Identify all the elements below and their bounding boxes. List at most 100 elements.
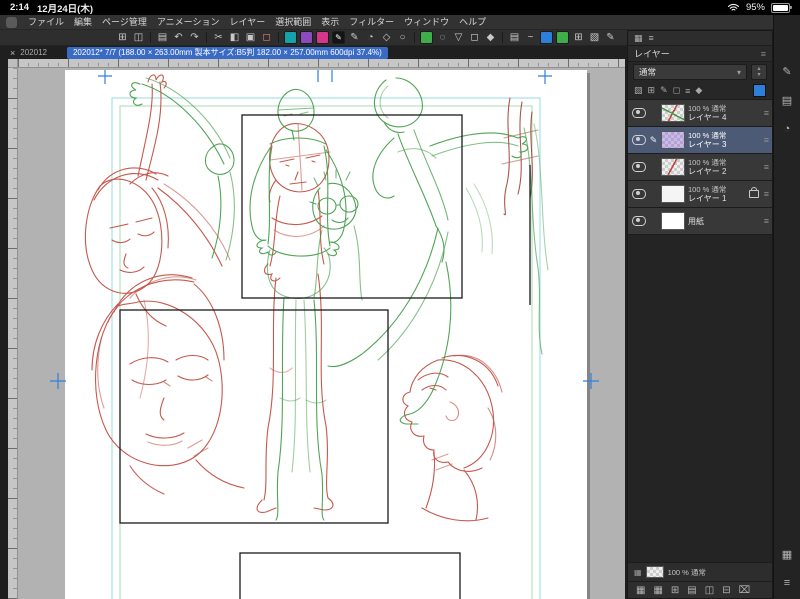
layer-property-icon-4[interactable]: ◻ [673,85,680,96]
menu-item-6[interactable]: 選択範囲 [270,15,316,30]
overflow-menu-icon[interactable]: ≡ [784,577,790,589]
brush-icon[interactable]: ✎ [604,31,617,44]
layer-thumbnail[interactable] [661,131,685,149]
ruler-icon[interactable]: ▤ [508,31,521,44]
stepper-down-icon[interactable]: ▾ [757,72,760,78]
shape-icon[interactable]: ◇ [380,31,393,44]
layer-menu-handle[interactable]: ≡ [764,135,769,145]
duplicate-layer-icon[interactable]: ◫ [705,585,714,596]
palette-dock-list-icon[interactable]: ≡ [649,33,654,43]
visibility-eye-icon[interactable] [632,162,646,172]
layer-row-レイヤー-4[interactable]: ✎ 100 % 通常 レイヤー 4 ≡ [628,100,772,127]
layer-menu-handle[interactable]: ≡ [764,162,769,172]
menu-items: ファイル 編集 ページ管理 アニメーション レイヤー 選択範囲 表示 フィルター ウィンドウ ヘル… [23,15,491,30]
menu-item-2[interactable]: 編集 [69,15,97,30]
layer-thumbnail[interactable] [661,104,685,122]
fill-tool-chip[interactable] [420,31,433,44]
file-icon[interactable]: ▤ [156,31,169,44]
palette-dock-icon[interactable]: ▦ [636,585,645,596]
close-tab-icon[interactable]: × [10,48,15,58]
layer-meta: 100 % 通常 レイヤー 2 [688,158,761,176]
layer-property-icon-3[interactable]: ✎ [660,85,668,96]
merge-down-icon[interactable]: ⊟ [722,585,730,596]
canvas-area[interactable] [18,68,625,599]
layer-menu-handle[interactable]: ≡ [764,216,769,226]
palette-dock-icon-2[interactable]: ▦ [653,585,662,596]
lasso-icon[interactable]: ◌ [436,31,449,44]
visibility-eye-icon[interactable] [632,135,646,145]
workspace-icon[interactable]: ▦ [782,548,792,561]
tab-title: 202012 [20,48,47,57]
document-tab-bar: × 202012 202012* 7/7 (188.00 × 263.00mm … [0,46,625,59]
wand-icon[interactable]: ◆ [484,31,497,44]
brush-tool-chip[interactable] [316,31,329,44]
grid-icon[interactable]: ⊞ [572,31,585,44]
palette-menu-icon[interactable]: ≡ [761,49,766,59]
layer-property-icon-1[interactable]: ▧ [634,85,643,96]
paste-icon[interactable]: ▣ [244,31,257,44]
redo-icon[interactable]: ↷ [188,31,201,44]
manga-page-artwork [50,70,599,599]
pen-tool-chip[interactable] [284,31,297,44]
menu-item-9[interactable]: ウィンドウ [399,15,454,30]
opacity-stepper[interactable]: ▴ ▾ [751,64,767,80]
layer-thumbnail[interactable] [661,185,685,203]
new-folder-icon[interactable]: ▤ [687,585,696,596]
document-tab-inactive[interactable]: × 202012 [4,47,53,59]
layer-row-用紙[interactable]: ✎ 用紙 ≡ [628,208,772,235]
layer-row-レイヤー-2[interactable]: ✎ 100 % 通常 レイヤー 2 ≡ [628,154,772,181]
menu-item-5[interactable]: レイヤー [225,15,271,30]
layer-thumbnail[interactable] [661,212,685,230]
visibility-eye-icon[interactable] [632,216,646,226]
quick-palette-icon[interactable]: ▤ [782,94,792,107]
eraser-icon[interactable]: ◻ [260,31,273,44]
layer-menu-handle[interactable]: ≡ [764,108,769,118]
quick-history-icon[interactable]: ◔ [784,123,791,135]
pen-icon[interactable]: ✎ [348,31,361,44]
blend-mode-select[interactable]: 通常 ▾ [633,64,747,80]
document-tab-active[interactable]: 202012* 7/7 (188.00 × 263.00mm 製本サイズ:B5判… [66,46,388,59]
delete-layer-icon[interactable]: ⌧ [739,585,751,596]
blend-mode-value: 通常 [639,67,657,77]
polygon-select-icon[interactable]: ▽ [452,31,465,44]
pencil-tool-chip[interactable] [300,31,313,44]
layer-row-レイヤー-1[interactable]: ✎ 100 % 通常 レイヤー 1 ≡ [628,181,772,208]
timelapse-icon[interactable]: ◔ [364,31,377,44]
vertical-ruler [8,68,18,599]
undo-icon[interactable]: ↶ [172,31,185,44]
ellipse-icon[interactable]: ○ [396,31,409,44]
cut-icon[interactable]: ✂ [212,31,225,44]
window-layout-icon[interactable]: ⊞ [116,31,129,44]
lock-icon [748,187,759,198]
menu-item-8[interactable]: フィルター [344,15,399,30]
layer-property-icon-6[interactable]: ◆ [695,85,702,96]
curve-icon[interactable]: ~ [524,31,537,44]
menu-item-1[interactable]: ファイル [23,15,69,30]
menu-item-3[interactable]: ページ管理 [97,15,152,30]
menu-item-10[interactable]: ヘルプ [454,15,491,30]
copy-icon[interactable]: ◧ [228,31,241,44]
rect-select-icon[interactable]: ◻ [468,31,481,44]
layer-property-icon-5[interactable]: ≡ [685,86,690,96]
toolbar-separator [150,32,151,43]
layer-row-レイヤー-3[interactable]: ✎ 100 % 通常 レイヤー 3 ≡ [628,127,772,154]
layer-color-indicator[interactable] [753,84,766,97]
visibility-eye-icon[interactable] [632,108,646,118]
palette-dock-grid-icon[interactable]: ▦ [634,33,643,44]
grid-tool-chip[interactable] [556,31,569,44]
app-logo-icon[interactable] [6,16,17,28]
menu-item-7[interactable]: 表示 [316,15,344,30]
material-icon[interactable]: ▧ [588,31,601,44]
chevron-down-icon: ▾ [736,67,741,77]
layer-property-icon-2[interactable]: ⊞ [648,85,656,96]
new-layer-icon[interactable]: ⊞ [671,585,679,596]
layer-menu-handle[interactable]: ≡ [764,189,769,199]
guide-tool-chip[interactable] [540,31,553,44]
menu-item-4[interactable]: アニメーション [152,15,225,30]
visibility-eye-icon[interactable] [632,189,646,199]
ink-tool-chip[interactable]: ✎ [332,31,345,44]
palette-tab-strip: ▦ ≡ [628,31,772,46]
panel-toggle-icon[interactable]: ◫ [132,31,145,44]
layer-thumbnail[interactable] [661,158,685,176]
quick-pen-icon[interactable]: ✎ [782,65,791,78]
